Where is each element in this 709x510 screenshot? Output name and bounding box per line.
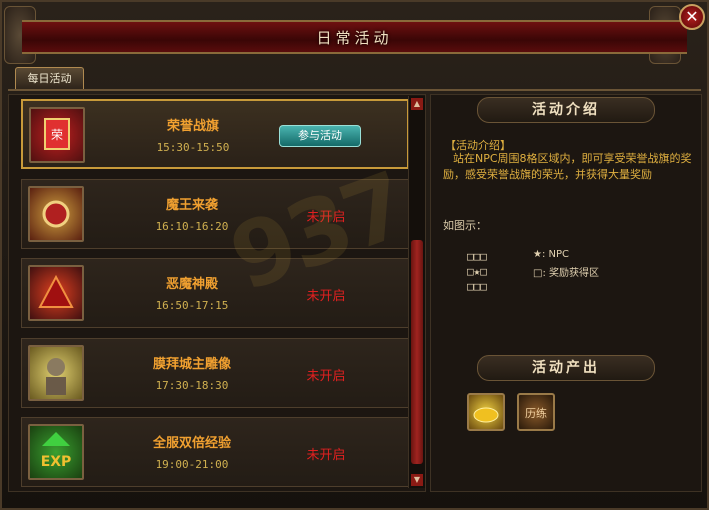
activity-detail-panel: 活动介绍 【活动介绍】 站在NPC周围8格区域内，即可享受荣誉战旗的奖励，感受荣… [430,94,702,492]
activity-row-honor-banner[interactable]: 荣 荣誉战旗 15:30-15:50 参与活动 [21,99,409,169]
scroll-thumb[interactable] [411,240,423,464]
activity-name: 全服双倍经验 [152,436,231,451]
svg-text:荣: 荣 [51,128,63,142]
tab-daily-activities[interactable]: 每日活动 [15,67,84,89]
activity-name: 荣誉战旗 [166,119,219,134]
svg-text:历练: 历练 [525,406,547,420]
legend-reward-area: □: 奖励获得区 [533,268,599,279]
activity-row-demon-king[interactable]: 魔王来袭 16:10-16:20 未开启 [21,179,409,249]
activity-row-double-exp[interactable]: EXP 全服双倍经验 19:00-21:00 未开启 [21,417,409,487]
exp-icon: EXP [28,424,84,480]
svg-text:EXP: EXP [41,454,72,470]
statue-icon [28,345,84,401]
banner-icon: 荣 [29,107,85,163]
activity-time: 17:30-18:30 [155,379,229,392]
activity-time: 16:50-17:15 [155,299,229,312]
demon-king-icon [28,186,84,242]
gold-ingot-icon[interactable] [467,393,505,431]
activity-row-worship-statue[interactable]: 膜拜城主雕像 17:30-18:30 未开启 [21,338,409,408]
activity-list: 荣 荣誉战旗 15:30-15:50 参与活动 魔王来袭 16:10-16:20… [8,94,426,492]
activity-time: 19:00-21:00 [155,458,229,471]
join-activity-button[interactable]: 参与活动 [279,125,361,147]
activity-status: 未开启 [306,210,346,225]
activity-status: 未开启 [306,369,346,384]
activity-time: 16:10-16:20 [155,220,229,233]
demon-temple-icon [28,265,84,321]
intro-heading: 活动介绍 [477,97,655,123]
tab-divider [8,89,701,91]
legend-npc: ★: NPC [533,249,570,260]
activity-name: 魔王来袭 [165,198,218,213]
reward-area-diagram: □□□ □★□ □□□ [467,250,487,293]
scroll-down-button[interactable]: ▼ [411,474,423,486]
training-token-icon[interactable]: 历练 [517,393,555,431]
example-label: 如图示： [443,219,487,232]
activity-status: 未开启 [306,289,346,304]
intro-text: 站在NPC周围8格区域内，即可享受荣誉战旗的奖励，感受荣誉战旗的荣光，并获得大量… [443,152,692,181]
window-title: 日常活动 [316,29,393,47]
activity-name: 膜拜城主雕像 [152,357,231,372]
activity-row-demon-temple[interactable]: 恶魔神殿 16:50-17:15 未开启 [21,258,409,328]
activity-list-scrollbar[interactable]: ▲ ▼ [408,96,425,488]
scroll-up-button[interactable]: ▲ [411,98,423,110]
close-button[interactable]: ✕ [679,4,705,30]
output-heading: 活动产出 [477,355,655,381]
activity-status: 未开启 [306,448,346,463]
activity-name: 恶魔神殿 [165,277,218,292]
activity-time: 15:30-15:50 [156,141,230,154]
